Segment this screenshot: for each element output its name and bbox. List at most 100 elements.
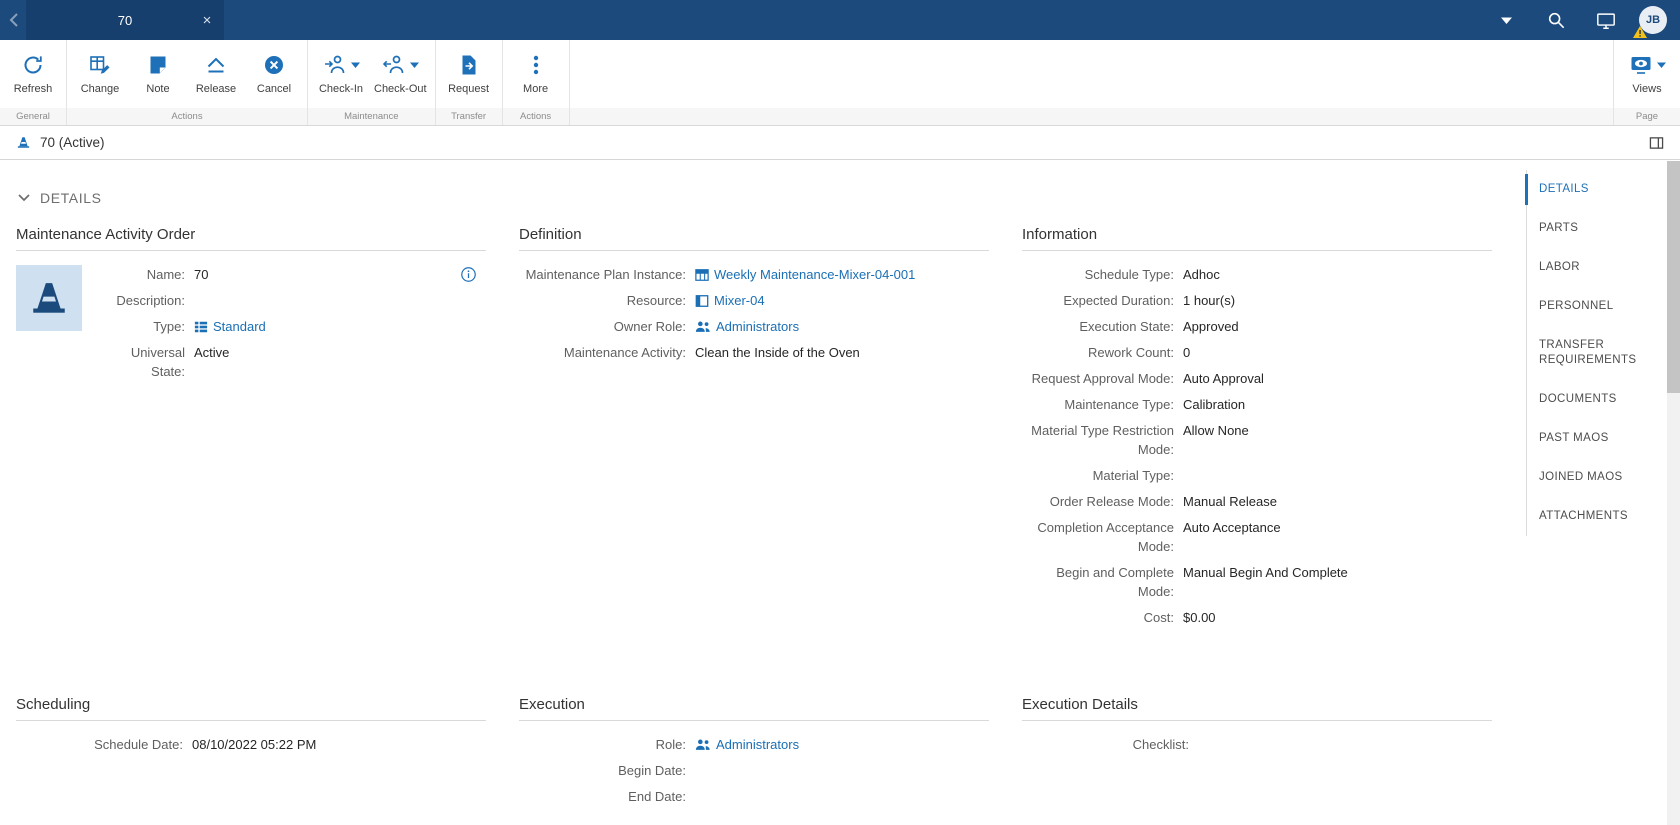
cancel-icon bbox=[262, 53, 286, 77]
tabs-dropdown-icon[interactable] bbox=[1489, 0, 1523, 40]
field-label: Universal State: bbox=[98, 343, 194, 381]
cancel-button[interactable]: Cancel bbox=[245, 48, 303, 98]
field-row: Schedule Type: Adhoc bbox=[1022, 265, 1492, 284]
execution-card: Execution Role: Administrators Begin Dat… bbox=[519, 696, 989, 813]
details-section-toggle[interactable]: DETAILS bbox=[18, 190, 1500, 206]
people-icon bbox=[695, 738, 711, 751]
back-icon[interactable] bbox=[0, 0, 26, 40]
chevron-down-icon bbox=[410, 62, 419, 68]
field-label: Checklist: bbox=[1022, 735, 1198, 754]
check-out-icon bbox=[382, 53, 406, 77]
field-row: Material Type Restriction Mode: Allow No… bbox=[1022, 421, 1492, 459]
information-rows: Schedule Type: Adhoc Expected Duration: … bbox=[1022, 265, 1492, 627]
refresh-button[interactable]: Refresh bbox=[4, 48, 62, 98]
tab-70[interactable]: 70 × bbox=[26, 0, 224, 40]
card-title: Execution Details bbox=[1022, 696, 1492, 721]
field-label: Description: bbox=[98, 291, 194, 310]
field-label: Schedule Date: bbox=[16, 735, 192, 754]
type-link[interactable]: Standard bbox=[194, 317, 266, 336]
top-bar: 70 × JB bbox=[0, 0, 1680, 40]
type-icon bbox=[194, 320, 208, 334]
card-title: Maintenance Activity Order bbox=[16, 226, 486, 251]
ribbon-group-label: Maintenance bbox=[312, 108, 431, 125]
warning-badge-icon bbox=[1633, 26, 1647, 38]
field-value: $0.00 bbox=[1183, 608, 1216, 627]
nav-item[interactable]: PERSONNEL bbox=[1527, 287, 1660, 326]
tab-label: 70 bbox=[118, 13, 132, 28]
release-button[interactable]: Release bbox=[187, 48, 245, 98]
views-button[interactable]: Views bbox=[1618, 48, 1676, 98]
info-icon[interactable] bbox=[459, 265, 478, 284]
field-row: Completion Acceptance Mode: Auto Accepta… bbox=[1022, 518, 1492, 556]
change-button[interactable]: Change bbox=[71, 48, 129, 98]
request-icon bbox=[457, 53, 481, 77]
field-value: Manual Begin And Complete bbox=[1183, 563, 1348, 601]
execution-details-card: Execution Details Checklist: bbox=[1022, 696, 1492, 761]
nav-item-label: ATTACHMENTS bbox=[1539, 510, 1628, 522]
change-icon bbox=[88, 53, 112, 77]
toggle-panel-icon[interactable] bbox=[1649, 136, 1664, 150]
field-value: 1 hour(s) bbox=[1183, 291, 1235, 310]
field-row: Maintenance Type: Calibration bbox=[1022, 395, 1492, 414]
ribbon-group-label: General bbox=[4, 108, 62, 125]
mao-icon bbox=[16, 135, 31, 150]
monitor-icon[interactable] bbox=[1589, 0, 1623, 40]
nav-item[interactable]: DOCUMENTS bbox=[1527, 380, 1660, 419]
nav-item-label: DETAILS bbox=[1539, 183, 1589, 195]
nav-item[interactable]: JOINED MAOS bbox=[1527, 458, 1660, 497]
scrollbar-thumb[interactable] bbox=[1667, 161, 1680, 393]
release-icon bbox=[204, 53, 228, 77]
information-card: Information Schedule Type: Adhoc Expecte… bbox=[1022, 226, 1492, 634]
tab-close-icon[interactable]: × bbox=[199, 12, 215, 28]
chevron-down-icon bbox=[1657, 62, 1666, 68]
topbar-actions: JB bbox=[1489, 0, 1680, 40]
field-label: Begin and Complete Mode: bbox=[1022, 563, 1183, 601]
nav-item[interactable]: TRANSFER REQUIREMENTS bbox=[1527, 326, 1660, 380]
nav-item[interactable]: ATTACHMENTS bbox=[1527, 497, 1660, 536]
execution-role-link[interactable]: Administrators bbox=[695, 735, 799, 754]
field-row: Begin Date: bbox=[519, 761, 989, 780]
field-label: Request Approval Mode: bbox=[1022, 369, 1183, 388]
request-label: Request bbox=[448, 83, 489, 95]
refresh-icon bbox=[21, 53, 45, 77]
field-row: Expected Duration: 1 hour(s) bbox=[1022, 291, 1492, 310]
search-icon[interactable] bbox=[1539, 0, 1573, 40]
field-label: Expected Duration: bbox=[1022, 291, 1183, 310]
check-in-button[interactable]: Check-In bbox=[312, 48, 370, 98]
check-out-button[interactable]: Check-Out bbox=[370, 48, 431, 98]
field-row: Type: Standard bbox=[98, 317, 486, 336]
nav-item[interactable]: PAST MAOS bbox=[1527, 419, 1660, 458]
field-row: Schedule Date: 08/10/2022 05:22 PM bbox=[16, 735, 486, 754]
owner-role-link[interactable]: Administrators bbox=[695, 317, 799, 336]
people-icon bbox=[695, 320, 711, 333]
mao-card: Maintenance Activity Order Name: 70 Desc… bbox=[16, 226, 486, 388]
field-label: Name: bbox=[98, 265, 194, 284]
field-value: 08/10/2022 05:22 PM bbox=[192, 735, 316, 754]
field-value: Approved bbox=[1183, 317, 1239, 336]
field-label: Resource: bbox=[519, 291, 695, 310]
request-button[interactable]: Request bbox=[440, 48, 498, 98]
field-row: Order Release Mode: Manual Release bbox=[1022, 492, 1492, 511]
nav-item-label: PERSONNEL bbox=[1539, 300, 1614, 312]
scrollbar[interactable] bbox=[1667, 161, 1680, 825]
field-label: Material Type: bbox=[1022, 466, 1183, 485]
avatar[interactable]: JB bbox=[1639, 6, 1667, 34]
plan-instance-link[interactable]: Weekly Maintenance-Mixer-04-001 bbox=[695, 265, 915, 284]
nav-item[interactable]: LABOR bbox=[1527, 248, 1660, 287]
field-label: Maintenance Plan Instance: bbox=[519, 265, 695, 284]
field-row: Request Approval Mode: Auto Approval bbox=[1022, 369, 1492, 388]
field-value: Allow None bbox=[1183, 421, 1249, 459]
note-icon bbox=[146, 53, 170, 77]
nav-item[interactable]: PARTS bbox=[1527, 209, 1660, 248]
field-row: Maintenance Plan Instance: Weekly Mainte… bbox=[519, 265, 989, 284]
more-button[interactable]: More bbox=[507, 48, 565, 98]
field-label: Material Type Restriction Mode: bbox=[1022, 421, 1183, 459]
note-button[interactable]: Note bbox=[129, 48, 187, 98]
change-label: Change bbox=[81, 83, 120, 95]
nav-item-label: TRANSFER REQUIREMENTS bbox=[1539, 339, 1636, 366]
more-label: More bbox=[523, 83, 548, 95]
card-title: Execution bbox=[519, 696, 989, 721]
field-value: Auto Approval bbox=[1183, 369, 1264, 388]
nav-item[interactable]: DETAILS bbox=[1527, 170, 1660, 209]
resource-link[interactable]: Mixer-04 bbox=[695, 291, 765, 310]
